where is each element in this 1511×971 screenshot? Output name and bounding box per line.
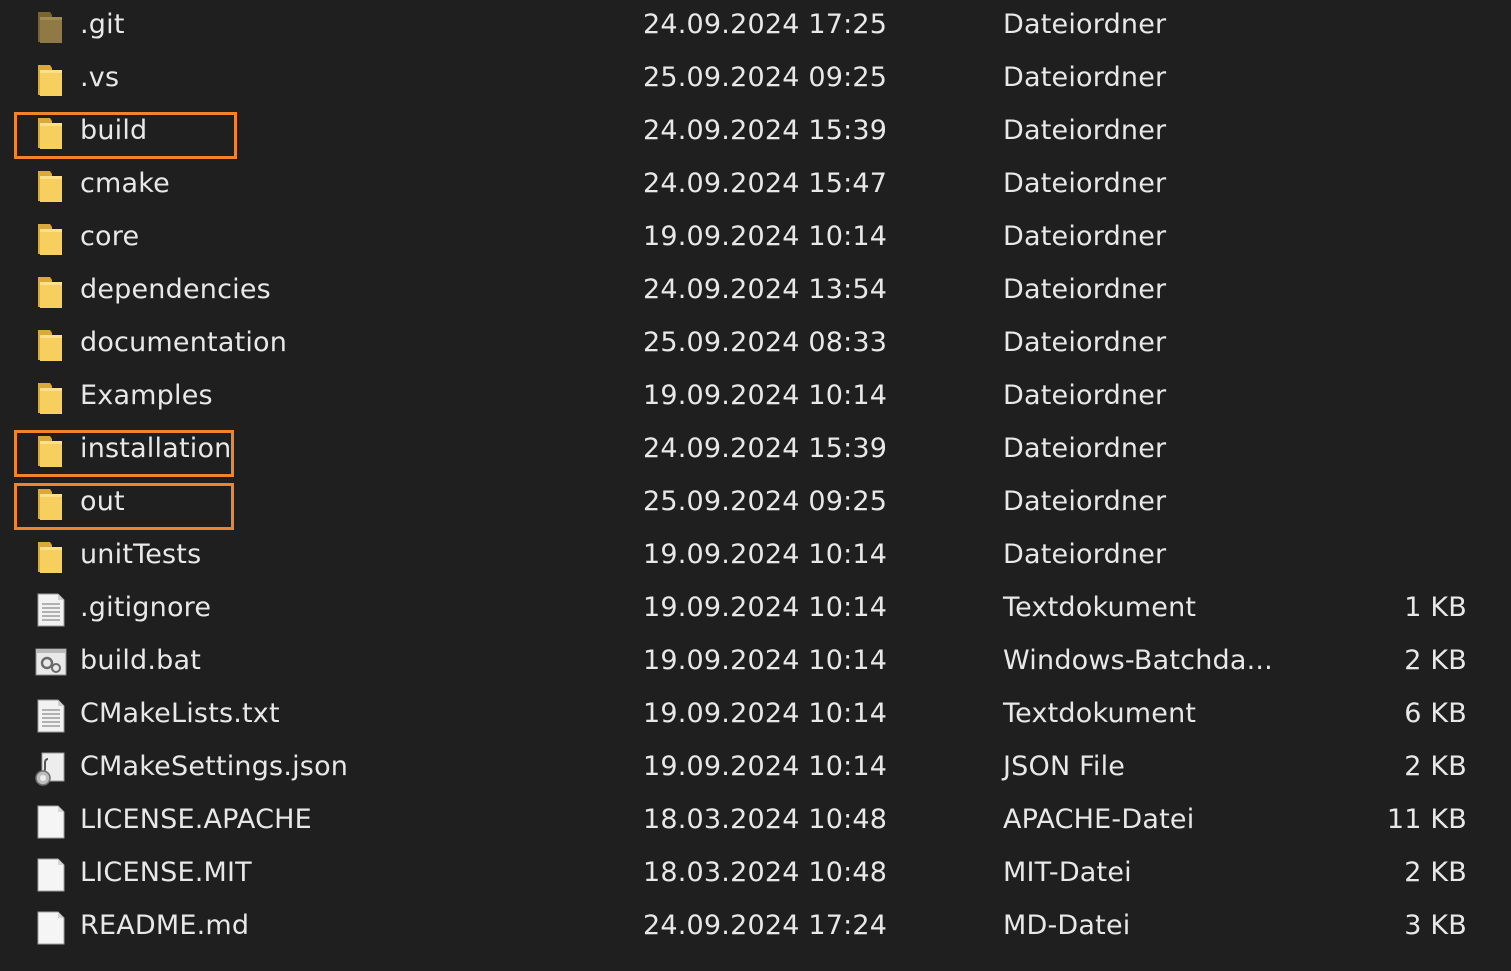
file-size: 6 KB <box>1404 698 1467 729</box>
file-name[interactable]: documentation <box>80 327 287 358</box>
file-date-modified: 19.09.2024 10:14 <box>643 592 888 623</box>
file-date-modified: 18.03.2024 10:48 <box>643 804 888 835</box>
file-row[interactable]: README.md 24.09.2024 17:24 MD-Datei 3 KB <box>0 902 1511 955</box>
file-name[interactable]: .git <box>80 9 125 40</box>
file-type: Dateiordner <box>1003 380 1167 411</box>
file-name[interactable]: build.bat <box>80 645 201 676</box>
file-type: Dateiordner <box>1003 327 1167 358</box>
file-name[interactable]: .gitignore <box>80 592 211 623</box>
file-name[interactable]: .vs <box>80 62 119 93</box>
folder-icon <box>34 221 68 257</box>
file-row[interactable]: Examples 19.09.2024 10:14 Dateiordner <box>0 372 1511 425</box>
json-file-icon <box>34 751 68 787</box>
file-size: 2 KB <box>1404 645 1467 676</box>
highlight-box <box>14 112 237 159</box>
file-row[interactable]: cmake 24.09.2024 15:47 Dateiordner <box>0 160 1511 213</box>
folder-icon <box>34 168 68 204</box>
file-date-modified: 25.09.2024 09:25 <box>643 486 888 517</box>
file-name[interactable]: LICENSE.MIT <box>80 857 252 888</box>
file-date-modified: 24.09.2024 17:24 <box>643 910 888 941</box>
file-type: MD-Datei <box>1003 910 1131 941</box>
file-date-modified: 18.03.2024 10:48 <box>643 857 888 888</box>
folder-icon <box>34 62 68 98</box>
folder-icon <box>34 327 68 363</box>
folder-icon <box>34 274 68 310</box>
file-date-modified: 24.09.2024 15:47 <box>643 168 888 199</box>
file-date-modified: 24.09.2024 15:39 <box>643 433 888 464</box>
file-row[interactable]: .vs 25.09.2024 09:25 Dateiordner <box>0 54 1511 107</box>
file-date-modified: 19.09.2024 10:14 <box>643 645 888 676</box>
file-date-modified: 19.09.2024 10:14 <box>643 221 888 252</box>
file-type: MIT-Datei <box>1003 857 1132 888</box>
file-date-modified: 19.09.2024 10:14 <box>643 751 888 782</box>
file-type: Textdokument <box>1003 698 1197 729</box>
file-name[interactable]: CMakeSettings.json <box>80 751 348 782</box>
file-row[interactable]: documentation 25.09.2024 08:33 Dateiordner <box>0 319 1511 372</box>
blank-file-icon <box>34 804 68 840</box>
highlight-box <box>14 483 234 530</box>
file-row[interactable]: core 19.09.2024 10:14 Dateiordner <box>0 213 1511 266</box>
file-name[interactable]: unitTests <box>80 539 201 570</box>
file-date-modified: 24.09.2024 13:54 <box>643 274 888 305</box>
file-row[interactable]: LICENSE.MIT 18.03.2024 10:48 MIT-Datei 2 KB <box>0 849 1511 902</box>
file-type: JSON File <box>1003 751 1126 782</box>
file-date-modified: 24.09.2024 17:25 <box>643 9 888 40</box>
blank-file-icon <box>34 910 68 946</box>
file-date-modified: 25.09.2024 08:33 <box>643 327 888 358</box>
file-row[interactable]: .git 24.09.2024 17:25 Dateiordner <box>0 1 1511 54</box>
file-name[interactable]: Examples <box>80 380 213 411</box>
file-type: Dateiordner <box>1003 168 1167 199</box>
file-type: Dateiordner <box>1003 539 1167 570</box>
batch-file-icon <box>34 645 68 681</box>
highlight-box <box>14 430 234 477</box>
file-list: .git 24.09.2024 17:25 Dateiordner .vs 25.09.… <box>0 0 1511 971</box>
file-row[interactable]: LICENSE.APACHE 18.03.2024 10:48 APACHE-Dat… <box>0 796 1511 849</box>
file-size: 11 KB <box>1386 804 1467 835</box>
file-size: 1 KB <box>1404 592 1467 623</box>
file-row[interactable]: .gitignore 19.09.2024 10:14 Textdokument 1 … <box>0 584 1511 637</box>
file-type: Dateiordner <box>1003 274 1167 305</box>
file-type: Windows-Batchda... <box>1003 645 1273 676</box>
file-row[interactable]: unitTests 19.09.2024 10:14 Dateiordner <box>0 531 1511 584</box>
file-size: 3 KB <box>1404 910 1467 941</box>
folder-icon <box>34 539 68 575</box>
file-date-modified: 25.09.2024 09:25 <box>643 62 888 93</box>
file-name[interactable]: cmake <box>80 168 170 199</box>
file-size: 2 KB <box>1404 857 1467 888</box>
file-date-modified: 19.09.2024 10:14 <box>643 698 888 729</box>
folder-icon <box>34 380 68 416</box>
text-document-icon <box>34 698 68 734</box>
file-type: Dateiordner <box>1003 62 1167 93</box>
blank-file-icon <box>34 857 68 893</box>
file-row[interactable]: CMakeSettings.json 19.09.2024 10:14 JSON F… <box>0 743 1511 796</box>
file-row[interactable]: CMakeLists.txt 19.09.2024 10:14 Textdokume… <box>0 690 1511 743</box>
file-size: 2 KB <box>1404 751 1467 782</box>
file-type: Dateiordner <box>1003 486 1167 517</box>
folder-dim-icon <box>34 9 68 45</box>
file-type: Textdokument <box>1003 592 1197 623</box>
file-type: APACHE-Datei <box>1003 804 1195 835</box>
file-type: Dateiordner <box>1003 433 1167 464</box>
file-name[interactable]: README.md <box>80 910 249 941</box>
file-date-modified: 24.09.2024 15:39 <box>643 115 888 146</box>
file-name[interactable]: dependencies <box>80 274 271 305</box>
file-date-modified: 19.09.2024 10:14 <box>643 380 888 411</box>
file-name[interactable]: CMakeLists.txt <box>80 698 280 729</box>
text-document-icon <box>34 592 68 628</box>
file-type: Dateiordner <box>1003 221 1167 252</box>
file-name[interactable]: LICENSE.APACHE <box>80 804 312 835</box>
file-type: Dateiordner <box>1003 115 1167 146</box>
file-name[interactable]: core <box>80 221 139 252</box>
file-type: Dateiordner <box>1003 9 1167 40</box>
file-row[interactable]: build.bat 19.09.2024 10:14 Windows-Batchda… <box>0 637 1511 690</box>
file-date-modified: 19.09.2024 10:14 <box>643 539 888 570</box>
file-row[interactable]: dependencies 24.09.2024 13:54 Dateiordner <box>0 266 1511 319</box>
